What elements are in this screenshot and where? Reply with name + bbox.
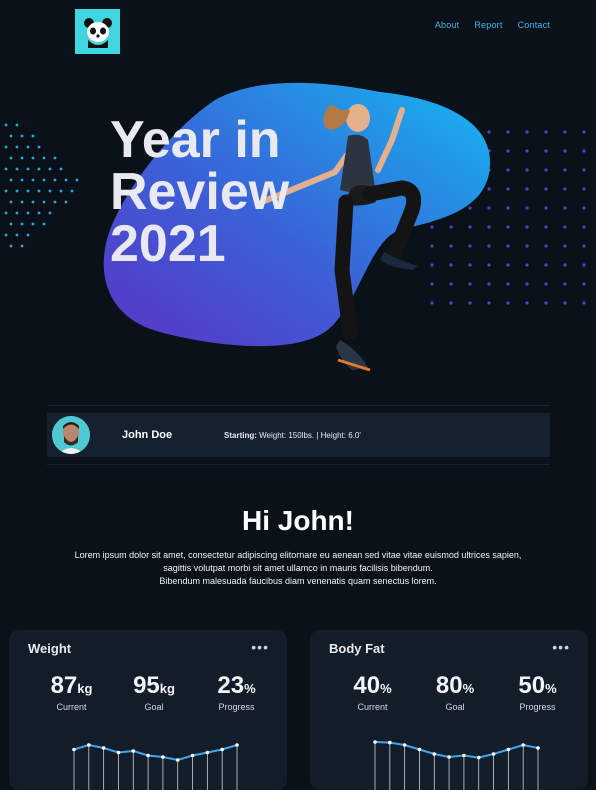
hero-title-line-2: Review	[110, 163, 290, 221]
panda-icon	[83, 17, 112, 48]
panda-logo[interactable]	[75, 9, 120, 54]
metric-value: 80	[435, 672, 463, 699]
weight-metric-current: 87kg Current	[34, 672, 109, 712]
sparkline-point	[417, 747, 422, 752]
sparkline-point	[491, 752, 496, 756]
sparkline-point	[101, 746, 106, 750]
body-fat-more-icon[interactable]: •••	[552, 639, 570, 655]
sparkline-point	[87, 743, 91, 747]
body-fat-metrics: 40% Current 80% Goal 50% Progress	[335, 672, 575, 712]
weight-metrics: 87kg Current 95kg Goal 23% Progress	[34, 672, 274, 712]
sparkline-point	[521, 743, 525, 747]
sparkline-point	[373, 740, 377, 744]
weight-card-title: Weight	[28, 641, 72, 656]
weight-metric-goal: 95kg Goal	[117, 672, 192, 712]
metric-unit: %	[545, 681, 557, 696]
weight-more-icon[interactable]: •••	[251, 639, 269, 655]
weight-trend-sparkline	[72, 743, 239, 790]
profile-name: John Doe	[122, 429, 173, 441]
metric-label: Progress	[519, 702, 556, 712]
sparkline-line	[73, 743, 238, 762]
sparkline-point	[205, 750, 210, 755]
hero-title: Year in Review 2021	[110, 114, 289, 270]
sparkline-point	[161, 755, 165, 759]
metric-unit: kg	[77, 681, 93, 696]
body-fat-card-title: Body Fat	[329, 641, 385, 656]
greeting-section: Hi John! Lorem ipsum dolor sit amet, con…	[0, 505, 596, 588]
greeting-body: Lorem ipsum dolor sit amet, consectetur …	[48, 549, 548, 588]
sparkline-line	[374, 741, 539, 759]
metric-label: Current	[357, 702, 388, 712]
metric-value: 23	[217, 672, 245, 699]
nav-about[interactable]: About	[435, 20, 460, 30]
metric-label: Current	[56, 702, 87, 712]
metric-value: 40	[353, 672, 381, 699]
metric-unit: kg	[159, 681, 175, 696]
dot-pattern-left	[4, 123, 79, 248]
metric-value: 50	[518, 672, 546, 699]
greeting-line-1: Lorem ipsum dolor sit amet, consectetur …	[74, 550, 522, 560]
metric-label: Goal	[445, 702, 465, 712]
greeting-line-2: sagittis volutpat morbi sit amet ullamco…	[163, 563, 433, 573]
nav-report[interactable]: Report	[474, 20, 502, 30]
sparkline-point	[131, 749, 136, 753]
hero-banner: Year in Review 2021	[0, 70, 596, 380]
greeting-line-3: Bibendum malesuada faucibus diam venenat…	[159, 576, 437, 586]
profile-bar: John Doe Starting: Weight: 150lbs. | Hei…	[47, 413, 550, 457]
sparkline-point	[175, 758, 180, 762]
metric-value: 95	[133, 672, 160, 699]
sparkline-point	[462, 753, 466, 758]
hero-title-line-1: Year in	[110, 111, 281, 169]
sparkline-point	[116, 750, 121, 755]
metric-label: Progress	[218, 702, 255, 712]
metric-unit: %	[462, 681, 475, 696]
metric-label: Goal	[144, 702, 164, 712]
nav-contact[interactable]: Contact	[518, 20, 550, 30]
sparkline-point	[432, 752, 437, 756]
sparkline-point	[506, 747, 511, 752]
sparkline-point	[220, 747, 224, 752]
body-fat-card: Body Fat ••• 40% Current 80% Goal 50% Pr…	[310, 630, 588, 790]
body-fat-trend-sparkline	[373, 740, 540, 790]
sparkline-point	[72, 747, 76, 752]
metric-unit: %	[244, 681, 256, 696]
body-fat-metric-progress: 50% Progress	[500, 672, 575, 712]
profile-strip: John Doe Starting: Weight: 150lbs. | Hei…	[47, 405, 550, 465]
hero-graphic	[4, 82, 586, 372]
sparkline-point	[476, 755, 481, 760]
starting-label: Starting:	[224, 430, 257, 440]
weight-metric-progress: 23% Progress	[199, 672, 274, 712]
greeting-title: Hi John!	[242, 505, 354, 536]
profile-starting-stats: Starting: Weight: 150lbs. | Height: 6.0'	[224, 431, 361, 440]
weight-card: Weight ••• 87kg Current 95kg Goal 23% Pr…	[9, 630, 287, 790]
sparkline-point	[235, 743, 239, 747]
metric-value: 87	[50, 672, 78, 699]
sparkline-point	[190, 753, 195, 758]
avatar-portrait	[52, 416, 90, 454]
sparkline-point	[146, 753, 150, 758]
body-fat-metric-goal: 80% Goal	[418, 672, 493, 712]
sparkline-point	[447, 755, 451, 759]
top-nav: About Report Contact	[435, 20, 550, 30]
starting-details: Weight: 150lbs. | Height: 6.0'	[256, 430, 361, 440]
hero-title-line-3: 2021	[110, 215, 226, 273]
body-fat-metric-current: 40% Current	[335, 672, 410, 712]
sparkline-point	[402, 743, 407, 747]
sparkline-point	[536, 746, 540, 750]
metric-unit: %	[380, 681, 392, 696]
avatar[interactable]	[52, 416, 90, 454]
sparkline-point	[388, 740, 392, 745]
